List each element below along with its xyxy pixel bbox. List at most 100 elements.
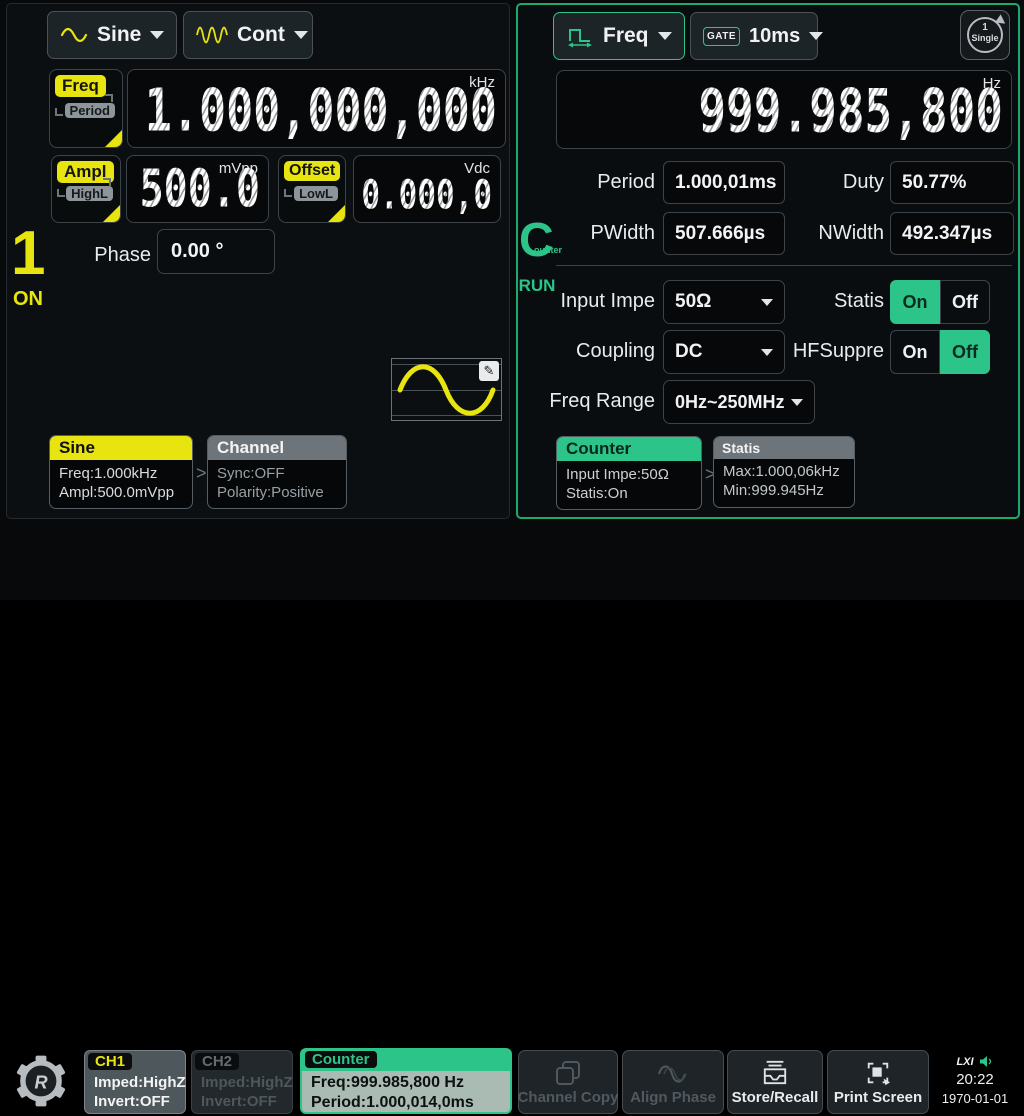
align-phase-button[interactable]: Align Phase bbox=[622, 1050, 724, 1114]
freq-value: 1.000,000,000 bbox=[145, 76, 497, 145]
single-count: 1 bbox=[969, 22, 1001, 33]
offset-param-label: Offset bbox=[284, 161, 340, 181]
screen: 1 ON Sine Cont Freq Period kHz 1.000,00 bbox=[0, 0, 1024, 600]
phase-field[interactable]: 0.00 ° bbox=[157, 229, 275, 274]
freq-alt-label: Period bbox=[65, 103, 115, 118]
offset-param-button[interactable]: Offset LowL bbox=[278, 155, 346, 223]
print-screen-button[interactable]: Print Screen bbox=[827, 1050, 929, 1114]
counter-panel: C ounter RUN Freq GATE 10ms bbox=[516, 3, 1020, 519]
logo-button[interactable]: R bbox=[12, 1052, 70, 1110]
sine-icon bbox=[60, 24, 88, 46]
ch2-tab-title: CH2 bbox=[195, 1053, 239, 1070]
chevron-down-icon bbox=[150, 31, 164, 39]
counter-card-title: Counter bbox=[557, 437, 701, 461]
sine-card-line: Freq:1.000kHz bbox=[50, 464, 192, 483]
tab-counter[interactable]: Counter Freq:999.985,800 Hz Period:1.000… bbox=[300, 1048, 512, 1114]
period-value: 1.000,01ms bbox=[675, 172, 776, 194]
channel-copy-label: Channel Copy bbox=[518, 1089, 619, 1106]
hf-suppress-toggle: On Off bbox=[890, 330, 990, 374]
pwidth-value: 507.666µs bbox=[675, 223, 765, 245]
chevron-down-icon bbox=[294, 31, 308, 39]
svg-text:R: R bbox=[34, 1072, 47, 1092]
ampl-alt-label: HighL bbox=[66, 186, 113, 201]
phase-icon bbox=[656, 1062, 690, 1086]
phase-value: 0.00 ° bbox=[171, 240, 223, 263]
hf-suppress-off-button[interactable]: Off bbox=[940, 330, 990, 374]
channel-copy-button[interactable]: Channel Copy bbox=[518, 1050, 618, 1114]
align-phase-label: Align Phase bbox=[630, 1089, 716, 1106]
screenshot-icon bbox=[865, 1060, 891, 1086]
freq-display[interactable]: kHz 1.000,000,000 bbox=[127, 69, 506, 148]
counter-freq-display[interactable]: Hz 999.985,800 bbox=[556, 70, 1012, 149]
print-screen-label: Print Screen bbox=[834, 1089, 922, 1106]
channel1-number[interactable]: 1 bbox=[11, 223, 45, 285]
ampl-value: 500.0 bbox=[140, 160, 260, 220]
hf-suppress-on-button[interactable]: On bbox=[890, 330, 940, 374]
ch2-tab-line: Imped:HighZ bbox=[201, 1074, 293, 1091]
tab-ch2[interactable]: CH2 Imped:HighZ Invert:OFF bbox=[191, 1050, 293, 1114]
counter-tab-line: Period:1.000,014,0ms bbox=[311, 1094, 474, 1112]
nwidth-value: 492.347µs bbox=[902, 223, 992, 245]
corner-mark bbox=[105, 94, 113, 102]
waveform-dropdown[interactable]: Sine bbox=[47, 11, 177, 59]
speaker-icon bbox=[979, 1055, 994, 1068]
freq-range-dropdown[interactable]: 0Hz~250MHz bbox=[663, 380, 815, 424]
tab-ch1[interactable]: CH1 Imped:HighZ Invert:OFF bbox=[84, 1050, 186, 1114]
offset-display[interactable]: Vdc 0.000,0 bbox=[353, 155, 501, 223]
input-impedance-dropdown[interactable]: 50Ω bbox=[663, 280, 785, 324]
copy-icon bbox=[554, 1060, 582, 1086]
sine-info-card[interactable]: Sine Freq:1.000kHz Ampl:500.0mVpp bbox=[49, 435, 193, 509]
status-clock-area[interactable]: LXI 20:22 1970-01-01 bbox=[933, 1048, 1017, 1116]
single-loop-icon: 1 Single bbox=[967, 17, 1003, 53]
chevron-down-icon bbox=[809, 32, 823, 40]
corner-mark bbox=[103, 178, 111, 186]
coupling-label: Coupling bbox=[545, 340, 655, 363]
statistics-card-line: Max:1.000,06kHz bbox=[714, 462, 854, 481]
corner-mark bbox=[55, 108, 63, 116]
statistics-info-card[interactable]: Statis Max:1.000,06kHz Min:999.945Hz bbox=[713, 436, 855, 508]
single-trigger-button[interactable]: 1 Single bbox=[960, 10, 1010, 60]
period-field: 1.000,01ms bbox=[663, 161, 785, 204]
edit-icon[interactable] bbox=[479, 361, 499, 381]
store-icon bbox=[761, 1060, 789, 1086]
counter-function-dropdown[interactable]: Freq bbox=[553, 12, 685, 60]
duty-value: 50.77% bbox=[902, 172, 966, 194]
statistics-card-title: Statis bbox=[714, 437, 854, 459]
statistics-on-button[interactable]: On bbox=[890, 280, 940, 324]
coupling-value: DC bbox=[675, 341, 702, 363]
ampl-param-button[interactable]: Ampl HighL bbox=[51, 155, 121, 223]
bottom-bar: R CH1 Imped:HighZ Invert:OFF CH2 Imped:H… bbox=[0, 522, 1024, 600]
waveform-preview[interactable] bbox=[391, 358, 502, 421]
freq-param-button[interactable]: Freq Period bbox=[49, 69, 123, 148]
chevron-down-icon bbox=[658, 32, 672, 40]
sine-card-line: Ampl:500.0mVpp bbox=[50, 483, 192, 502]
statistics-card-line: Min:999.945Hz bbox=[714, 481, 854, 500]
gate-badge: GATE bbox=[703, 27, 740, 46]
channel1-panel: 1 ON Sine Cont Freq Period kHz 1.000,00 bbox=[6, 3, 510, 519]
gate-time-dropdown[interactable]: GATE 10ms bbox=[690, 12, 818, 60]
channel1-state-label: ON bbox=[9, 288, 47, 311]
ampl-display[interactable]: mVpp 500.0 bbox=[126, 155, 269, 223]
channel-card-line: Polarity:Positive bbox=[208, 483, 346, 502]
corner-mark bbox=[57, 189, 65, 197]
counter-display-value: 999.985,800 bbox=[698, 76, 1003, 146]
single-label: Single bbox=[969, 33, 1001, 43]
channel-info-card[interactable]: Channel Sync:OFF Polarity:Positive bbox=[207, 435, 347, 509]
ch1-tab-title: CH1 bbox=[88, 1053, 132, 1070]
duty-field: 50.77% bbox=[890, 161, 1014, 204]
statistics-off-button[interactable]: Off bbox=[940, 280, 990, 324]
coupling-dropdown[interactable]: DC bbox=[663, 330, 785, 374]
mode-dropdown[interactable]: Cont bbox=[183, 11, 313, 59]
counter-card-line: Input Impe:50Ω bbox=[557, 465, 701, 484]
chevron-down-icon bbox=[761, 349, 773, 356]
counter-small-letters: ounter bbox=[534, 245, 562, 255]
chevron-down-icon bbox=[791, 399, 803, 406]
store-recall-button[interactable]: Store/Recall bbox=[727, 1050, 823, 1114]
duty-label: Duty bbox=[784, 171, 884, 194]
corner-mark bbox=[284, 189, 292, 197]
divider bbox=[556, 265, 1012, 266]
counter-info-card[interactable]: Counter Input Impe:50Ω Statis:On bbox=[556, 436, 702, 510]
lxi-logo: LXI bbox=[956, 1056, 973, 1068]
chevron-down-icon bbox=[761, 299, 773, 306]
statistics-label: Statis bbox=[800, 290, 884, 313]
